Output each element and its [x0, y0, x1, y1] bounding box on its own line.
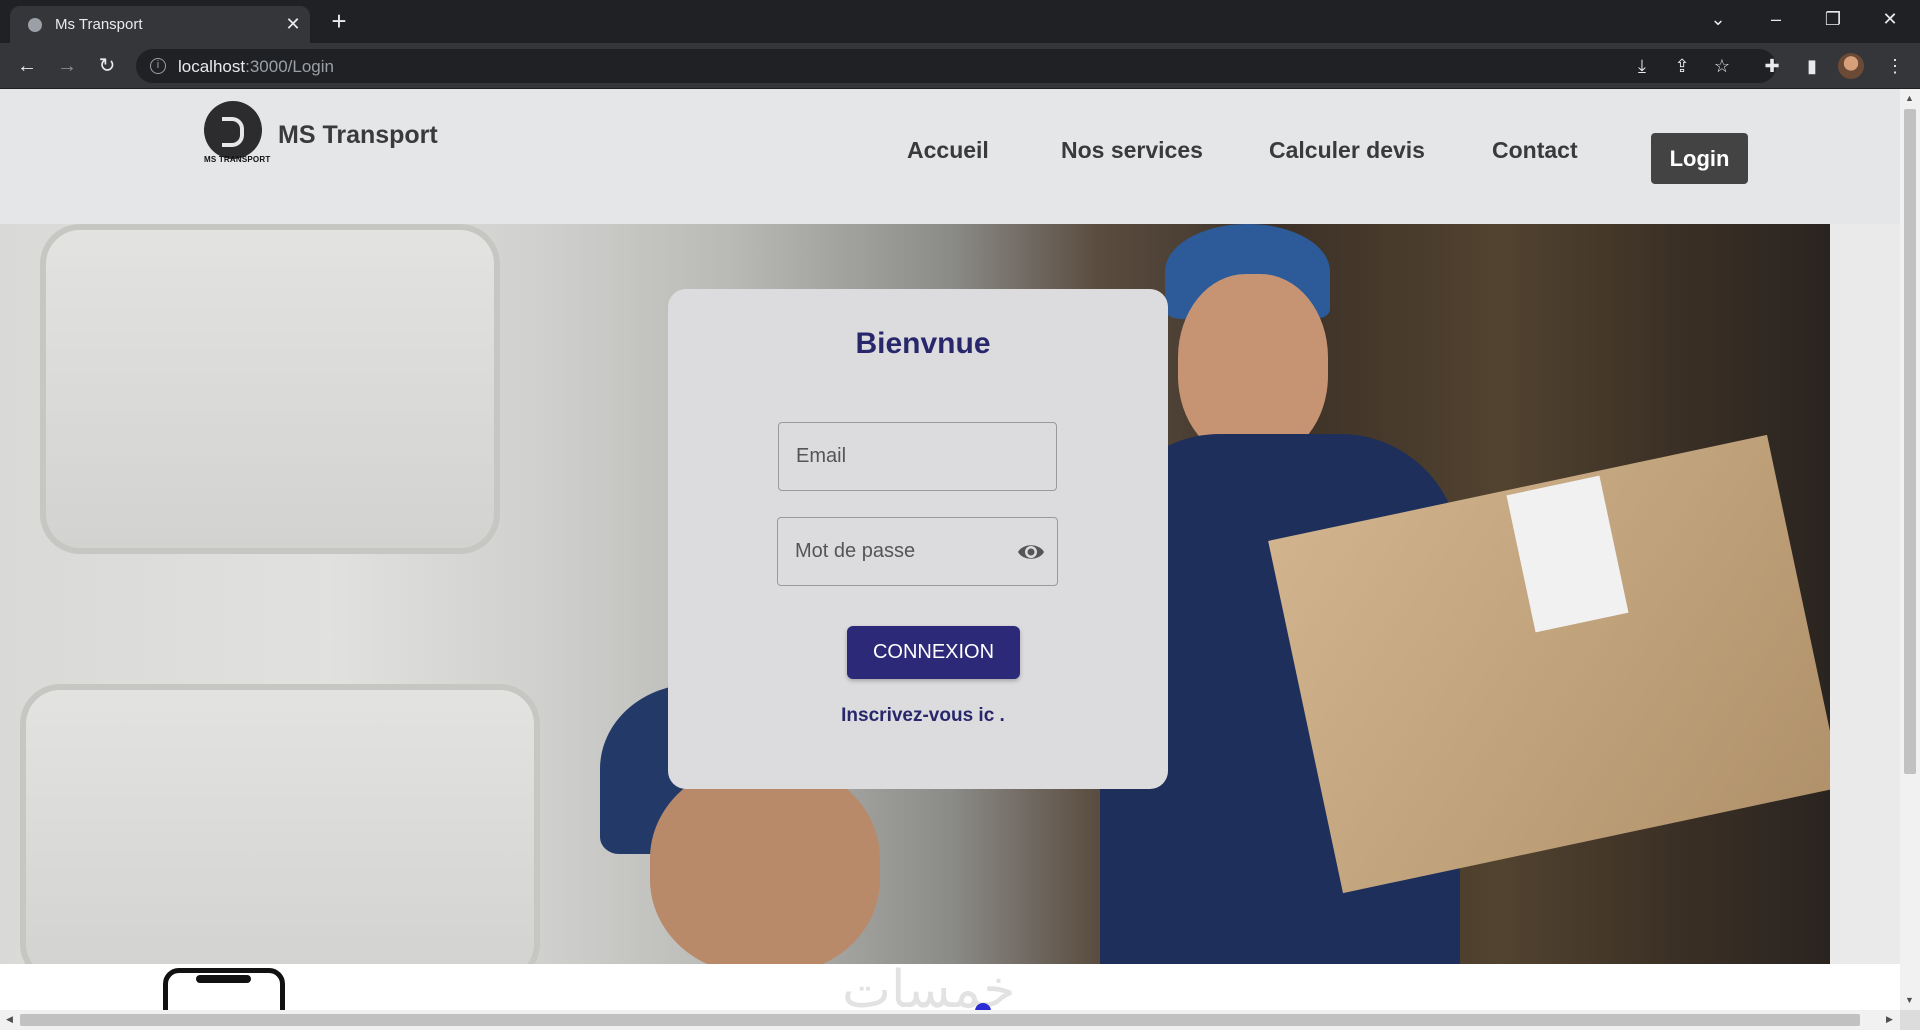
- restore-icon[interactable]: ❐: [1815, 4, 1851, 34]
- address-bar[interactable]: i localhost:3000/Login: [136, 49, 1776, 83]
- next-section: خمسات: [0, 960, 1900, 1010]
- scrollbar-corner: [1900, 1010, 1920, 1030]
- email-field[interactable]: [778, 422, 1057, 491]
- login-card: Bienvnue CONNEXION Inscrivez-vous ic .: [668, 289, 1168, 789]
- horizontal-scrollbar[interactable]: ◀ ▶: [0, 1010, 1900, 1030]
- connexion-button[interactable]: CONNEXION: [847, 626, 1020, 679]
- vertical-scrollbar[interactable]: ▲ ▼: [1900, 89, 1920, 1010]
- share-icon[interactable]: ⇪: [1667, 51, 1697, 81]
- eye-icon[interactable]: [1017, 540, 1045, 564]
- url-path: :3000/Login: [245, 57, 334, 76]
- reload-icon[interactable]: ↻: [92, 51, 122, 81]
- tab-search-icon[interactable]: ⌄: [1700, 4, 1736, 34]
- extensions-icon[interactable]: ✚: [1757, 51, 1787, 81]
- email-input[interactable]: [796, 423, 1026, 490]
- second-worker-head: [650, 764, 880, 964]
- vertical-scroll-thumb[interactable]: [1904, 109, 1916, 774]
- nav-calculer-devis[interactable]: Calculer devis: [1269, 137, 1425, 164]
- scroll-down-icon[interactable]: ▼: [1905, 995, 1914, 1005]
- browser-tab[interactable]: Ms Transport ✕: [10, 6, 310, 43]
- favicon-icon: [28, 18, 42, 32]
- window-close-icon[interactable]: ✕: [1872, 4, 1908, 34]
- side-panel-icon[interactable]: ▮: [1797, 51, 1827, 81]
- back-icon[interactable]: ←: [12, 51, 42, 81]
- bookmark-star-icon[interactable]: ☆: [1707, 51, 1737, 81]
- tab-title: Ms Transport: [55, 16, 143, 33]
- browser-toolbar: ← → ↻ i localhost:3000/Login ⤓ ⇪ ☆ ✚ ▮ ⋮: [0, 43, 1920, 89]
- van-window: [40, 224, 500, 554]
- profile-avatar[interactable]: [1838, 53, 1864, 79]
- close-tab-icon[interactable]: ✕: [282, 13, 304, 35]
- nav-accueil[interactable]: Accueil: [907, 137, 989, 164]
- minimize-icon[interactable]: –: [1758, 4, 1794, 34]
- scroll-right-icon[interactable]: ▶: [1886, 1014, 1893, 1025]
- login-title: Bienvnue: [855, 327, 991, 360]
- page-viewport: MS TRANSPORT MS Transport Accueil Nos se…: [0, 89, 1900, 1010]
- login-button[interactable]: Login: [1651, 133, 1748, 184]
- forward-icon[interactable]: →: [52, 51, 82, 81]
- browser-tab-bar: Ms Transport ✕ + ⌄ – ❐ ✕: [0, 0, 1920, 43]
- van-panel: [20, 684, 540, 964]
- logo-caption: MS TRANSPORT: [204, 155, 271, 164]
- url-text[interactable]: localhost:3000/Login: [178, 57, 334, 77]
- phone-notch: [196, 975, 251, 983]
- url-host: localhost: [178, 57, 246, 76]
- nav-contact[interactable]: Contact: [1492, 137, 1578, 164]
- scroll-up-icon[interactable]: ▲: [1905, 93, 1914, 103]
- horizontal-scroll-thumb[interactable]: [20, 1014, 1860, 1026]
- password-input[interactable]: [795, 518, 1025, 585]
- worker-face: [1178, 274, 1328, 459]
- menu-kebab-icon[interactable]: ⋮: [1880, 51, 1910, 81]
- brand-name[interactable]: MS Transport: [278, 121, 438, 150]
- new-tab-icon[interactable]: +: [324, 6, 354, 36]
- site-info-icon[interactable]: i: [150, 58, 166, 74]
- watermark-text: خمسات: [842, 960, 1016, 1010]
- logo-icon[interactable]: [204, 101, 262, 159]
- scroll-left-icon[interactable]: ◀: [6, 1014, 13, 1025]
- signup-link[interactable]: Inscrivez-vous ic .: [668, 705, 1178, 727]
- password-field[interactable]: [777, 517, 1058, 586]
- nav-services[interactable]: Nos services: [1061, 137, 1203, 164]
- hero-edge: [1830, 224, 1900, 964]
- site-header: MS TRANSPORT MS Transport Accueil Nos se…: [0, 89, 1900, 224]
- install-icon[interactable]: ⤓: [1627, 51, 1657, 81]
- phone-illustration: [163, 968, 285, 1010]
